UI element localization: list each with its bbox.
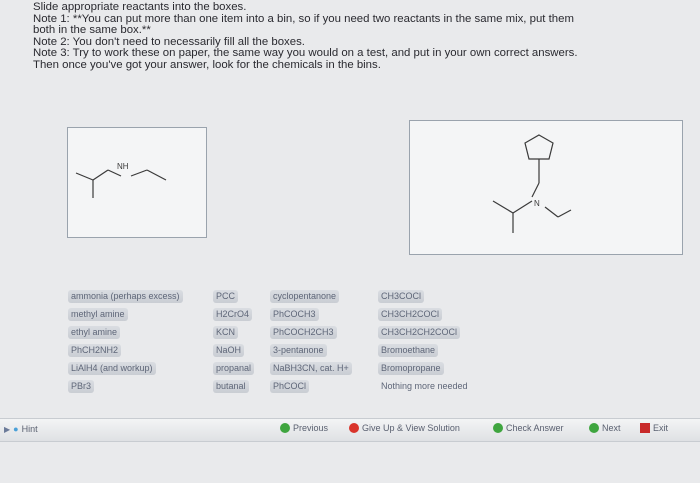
reagent-chip[interactable]: PBr3 [68,380,95,393]
previous-icon [280,423,290,433]
reagent-chip[interactable]: Bromopropane [378,362,444,375]
reagent-chip[interactable]: cyclopentanone [270,290,340,303]
reagent-chip[interactable]: PCC [213,290,239,303]
reagent-chip[interactable]: LiAlH4 (and workup) [68,362,156,375]
footer-toolbar: ▶ ● Hint Previous Give Up & View Solutio… [0,418,700,442]
target-product-box: N [409,120,683,255]
check-answer-button[interactable]: Check Answer [493,423,564,433]
reagent-chip[interactable]: butanal [213,380,249,393]
previous-label: Previous [293,423,329,433]
reagent-chip[interactable]: H2CrO4 [213,308,253,321]
exit-label: Exit [653,423,669,433]
give-up-label: Give Up & View Solution [362,423,460,433]
play-arrow-icon: ▶ [4,424,11,434]
reagent-chip[interactable]: methyl amine [68,308,128,321]
starting-molecule-structure: NH [75,162,167,198]
reagent-chip[interactable]: PhCOCH3 [270,308,319,321]
reagent-chip[interactable]: propanal [213,362,255,375]
bulb-icon: ● [13,424,19,434]
reagent-chip[interactable]: PhCH2NH2 [68,344,122,357]
nh-atom-label: NH [117,162,129,171]
reagent-chip[interactable]: Nothing more needed [378,380,471,393]
exit-button[interactable]: Exit [640,423,668,433]
n-atom-label: N [534,199,540,208]
reagent-chip[interactable]: PhCOCH2CH3 [270,326,337,339]
check-icon [493,423,503,433]
reagent-chip[interactable]: NaOH [213,344,245,357]
check-answer-label: Check Answer [506,423,564,433]
starting-molecule-box: NH [67,127,207,238]
hint-label: Hint [21,424,38,434]
reagent-chip[interactable]: CH3CH2CH2COCl [378,326,461,339]
next-label: Next [602,423,621,433]
next-button[interactable]: Next [589,423,621,433]
reagent-chip[interactable]: 3-pentanone [270,344,327,357]
reagent-chip[interactable]: ethyl amine [68,326,121,339]
hint-button[interactable]: ▶ ● Hint [4,424,38,434]
note-3-cont: Then once you've got your answer, look f… [33,58,381,71]
target-product-structure: N [492,134,572,233]
reagent-chip[interactable]: ammonia (perhaps excess) [68,290,183,303]
instructions: Slide appropriate reactants into the box… [33,1,683,72]
reagent-chip[interactable]: Bromoethane [378,344,439,357]
reagent-chip[interactable]: KCN [213,326,239,339]
exit-icon [640,423,650,433]
cancel-icon [349,423,359,433]
previous-button[interactable]: Previous [280,423,328,433]
reagent-chip[interactable]: CH3COCl [378,290,425,303]
reagent-chip[interactable]: CH3CH2COCl [378,308,443,321]
reagent-chip[interactable]: NaBH3CN, cat. H+ [270,362,352,375]
next-icon [589,423,599,433]
instruction-title: Slide appropriate reactants into the box… [33,1,247,13]
reagent-chip[interactable]: PhCOCl [270,380,310,393]
give-up-button[interactable]: Give Up & View Solution [349,423,460,433]
